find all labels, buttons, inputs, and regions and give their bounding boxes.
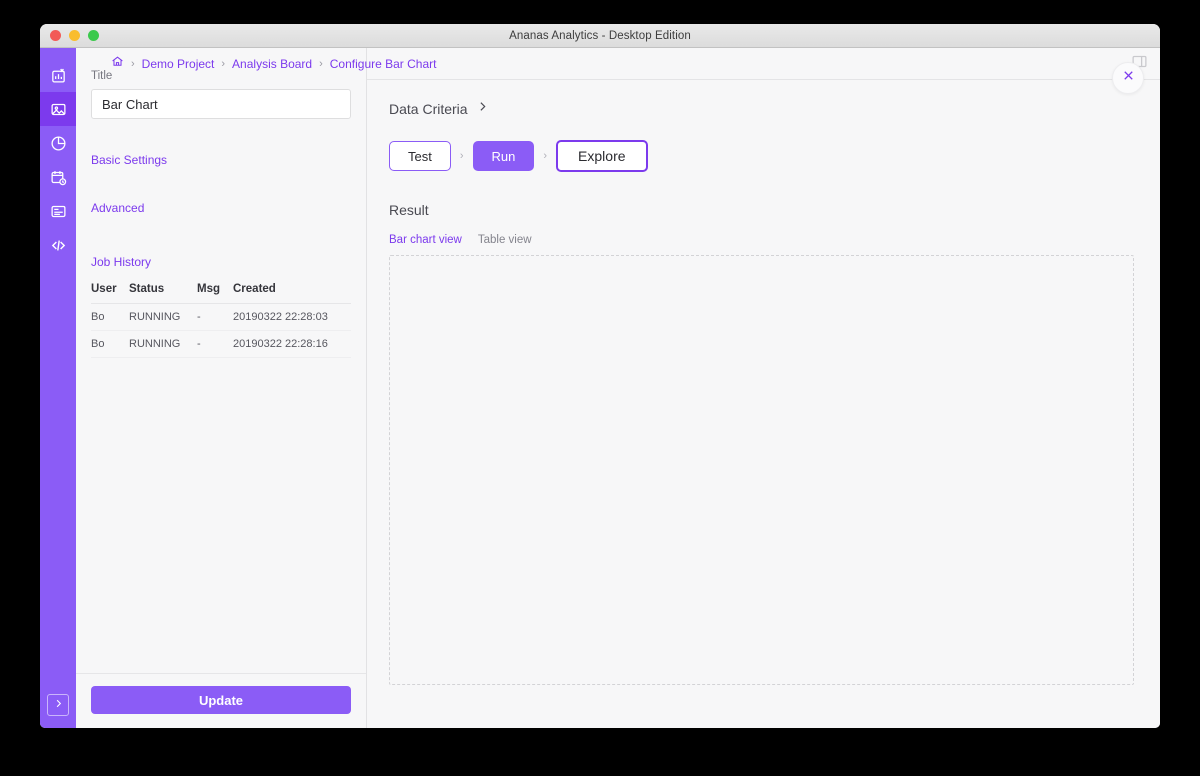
tab-table-view[interactable]: Table view <box>478 234 532 246</box>
breadcrumb-bar: › Demo Project › Analysis Board › Config… <box>112 48 1160 80</box>
pipeline-steps: Test › Run › Explore <box>389 140 1134 172</box>
data-criteria-label: Data Criteria <box>389 101 468 117</box>
cell-created: 20190322 22:28:03 <box>233 303 351 331</box>
test-button[interactable]: Test <box>389 141 451 171</box>
cell-status: RUNNING <box>129 330 197 358</box>
run-button[interactable]: Run <box>472 141 535 171</box>
title-input[interactable] <box>91 89 351 119</box>
step-separator: › <box>459 150 464 162</box>
breadcrumb-item-configure-bar-chart[interactable]: Configure Bar Chart <box>330 57 437 71</box>
chart-edit-icon <box>50 67 67 84</box>
form-list-icon <box>50 203 67 220</box>
cell-created: 20190322 22:28:16 <box>233 330 351 358</box>
section-link-basic-settings[interactable]: Basic Settings <box>91 153 351 167</box>
cell-msg: - <box>197 303 233 331</box>
breadcrumb-separator: › <box>131 57 135 70</box>
result-view-tabs: Bar chart view Table view <box>389 234 1134 246</box>
image-edit-icon <box>50 101 67 118</box>
breadcrumb: › Demo Project › Analysis Board › Config… <box>111 55 436 73</box>
data-criteria-header[interactable]: Data Criteria <box>389 100 1134 118</box>
job-history-table: User Status Msg Created Bo RUNNING - 201… <box>91 279 351 358</box>
close-icon <box>1121 68 1136 88</box>
rail-item-scheduler[interactable] <box>40 160 76 194</box>
breadcrumb-item-analysis-board[interactable]: Analysis Board <box>232 57 312 71</box>
rail-item-reports[interactable] <box>40 126 76 160</box>
cell-status: RUNNING <box>129 303 197 331</box>
table-row[interactable]: Bo RUNNING - 20190322 22:28:16 <box>91 330 351 358</box>
breadcrumb-separator: › <box>319 57 323 70</box>
workspace-content: Data Criteria Test › Run › Explore Resul… <box>367 80 1160 728</box>
config-panel-footer: Update <box>76 673 366 728</box>
config-panel-scroll: Title Basic Settings Advanced Job Histor… <box>76 48 366 673</box>
cell-user: Bo <box>91 330 129 358</box>
cell-user: Bo <box>91 303 129 331</box>
workspace-panel: › Demo Project › Analysis Board › Config… <box>112 48 1160 728</box>
rail-item-datasets[interactable] <box>40 194 76 228</box>
job-history-title[interactable]: Job History <box>91 255 351 269</box>
pie-chart-icon <box>50 135 67 152</box>
rail-item-developer[interactable] <box>40 228 76 262</box>
breadcrumb-separator: › <box>221 57 226 70</box>
tab-bar-chart-view[interactable]: Bar chart view <box>389 234 462 246</box>
home-icon[interactable] <box>111 55 124 73</box>
window-titlebar: Ananas Analytics - Desktop Edition <box>40 24 1160 48</box>
close-panel-button[interactable] <box>1112 62 1144 94</box>
config-panel: Title Basic Settings Advanced Job Histor… <box>76 48 367 728</box>
section-link-advanced[interactable]: Advanced <box>91 201 351 215</box>
result-canvas[interactable] <box>389 255 1134 685</box>
app-window: Ananas Analytics - Desktop Edition Title… <box>40 24 1160 728</box>
chevron-right-icon <box>476 100 489 118</box>
calendar-clock-icon <box>50 169 67 186</box>
rail-expand-button[interactable] <box>47 694 69 716</box>
cell-msg: - <box>197 330 233 358</box>
table-header-row: User Status Msg Created <box>91 279 351 304</box>
window-title: Ananas Analytics - Desktop Edition <box>509 29 691 42</box>
step-separator: › <box>543 150 548 162</box>
result-label: Result <box>389 202 429 218</box>
rail-item-analysis[interactable] <box>40 92 76 126</box>
column-header-msg: Msg <box>197 279 233 304</box>
column-header-created: Created <box>233 279 351 304</box>
update-button[interactable]: Update <box>91 686 351 714</box>
chevron-right-icon <box>53 696 64 714</box>
column-header-status: Status <box>129 279 197 304</box>
explore-button[interactable]: Explore <box>556 140 648 172</box>
column-header-user: User <box>91 279 129 304</box>
rail-item-dashboard[interactable] <box>40 58 76 92</box>
breadcrumb-item-demo-project[interactable]: Demo Project <box>142 57 215 71</box>
table-row[interactable]: Bo RUNNING - 20190322 22:28:03 <box>91 303 351 331</box>
icon-rail <box>40 48 76 728</box>
window-body: Title Basic Settings Advanced Job Histor… <box>40 48 1160 728</box>
code-icon <box>50 237 67 254</box>
